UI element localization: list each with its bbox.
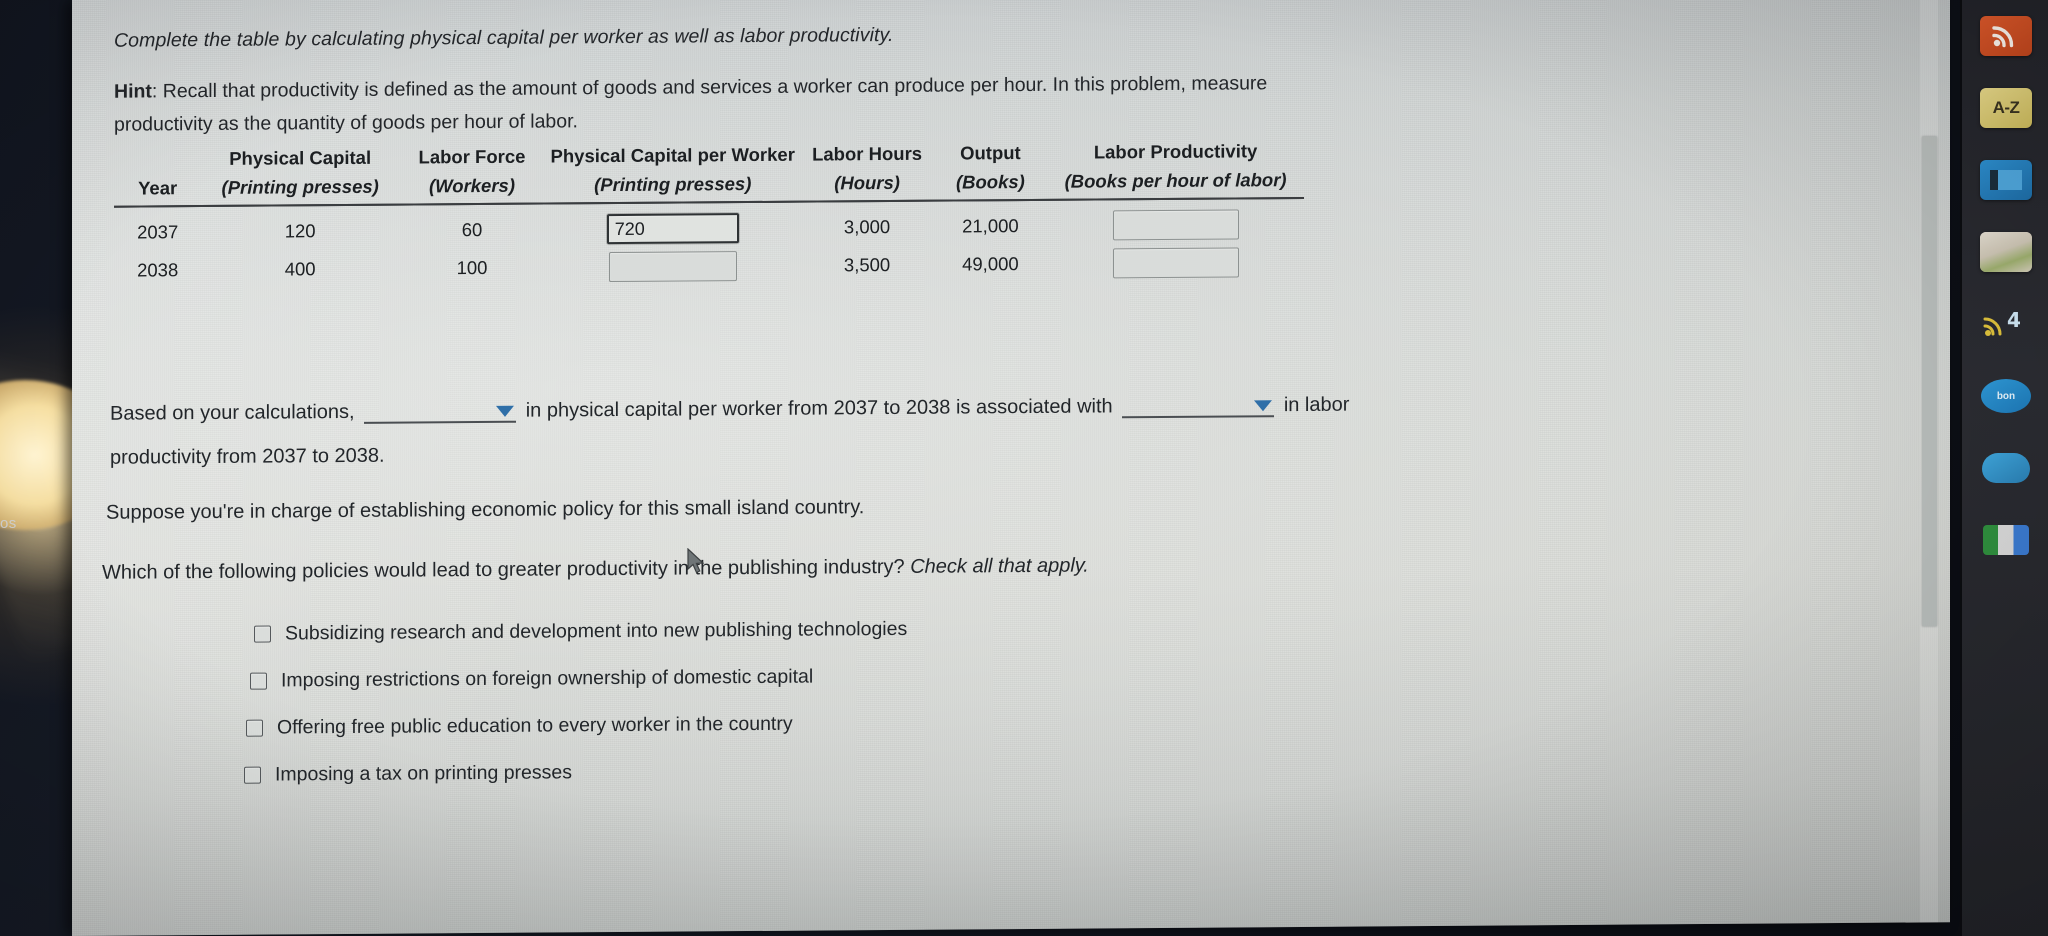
cell-physical-capital-2037: 120 bbox=[284, 220, 316, 242]
colored-app-shape bbox=[1983, 525, 2029, 555]
cell-year-2038: 2038 bbox=[137, 259, 179, 281]
cell-physical-capital-2038: 400 bbox=[284, 258, 316, 280]
policy-intro-paragraph: Suppose you're in charge of establishing… bbox=[106, 496, 865, 524]
cell-labor-productivity-2038 bbox=[1047, 239, 1304, 279]
table-row: 2038 400 100 3,500 49,000 bbox=[114, 239, 1304, 286]
capital-per-worker-input-2038[interactable] bbox=[608, 251, 737, 283]
dock-icon-label: bon bbox=[1996, 390, 2016, 402]
hint-label: Hint bbox=[114, 80, 152, 103]
header-output: Output bbox=[960, 142, 1021, 164]
cell-capital-per-worker-2037 bbox=[545, 202, 801, 245]
chevron-down-icon bbox=[496, 405, 515, 417]
cloud-icon[interactable] bbox=[1980, 448, 2032, 488]
vertical-scrollbar-thumb[interactable] bbox=[1922, 136, 1937, 627]
change-direction-dropdown-2[interactable] bbox=[1122, 391, 1275, 419]
wallpaper-text: os bbox=[0, 515, 17, 532]
labor-productivity-input-2037[interactable] bbox=[1112, 209, 1239, 241]
colored-app-icon[interactable] bbox=[1980, 520, 2032, 560]
screen-photograph: os Complete the table by calculating phy… bbox=[0, 0, 2048, 936]
labor-productivity-input-2038[interactable] bbox=[1112, 247, 1239, 279]
table-body: 2037 120 60 3,000 21,000 bbox=[114, 198, 1304, 286]
cell-capital-per-worker-2038 bbox=[545, 243, 801, 283]
policy-question-text: Which of the following policies would le… bbox=[102, 555, 911, 584]
hint-paragraph: Hint: Recall that productivity is define… bbox=[114, 67, 1334, 142]
header-labor-productivity: Labor Productivity bbox=[1093, 140, 1258, 163]
option-row-tax-printing-presses[interactable]: Imposing a tax on printing presses bbox=[244, 744, 1350, 799]
header-physical-capital: Physical Capital bbox=[229, 146, 372, 169]
dictionary-a-z-icon[interactable]: A-Z bbox=[1980, 88, 2032, 128]
instruction-text: Complete the table by calculating physic… bbox=[114, 23, 894, 52]
option-row-free-public-education[interactable]: Offering free public education to every … bbox=[246, 697, 1350, 752]
book-icon[interactable] bbox=[1980, 160, 2032, 200]
header-blank bbox=[114, 142, 201, 173]
policy-question-paragraph: Which of the following policies would le… bbox=[102, 551, 1089, 588]
conclusion-sentence: Based on your calculations, in physical … bbox=[110, 381, 1530, 479]
checkbox-icon[interactable] bbox=[250, 672, 267, 690]
wifi-icon[interactable]: 4 bbox=[1980, 304, 2032, 344]
policy-options-list: Subsidizing research and development int… bbox=[244, 603, 1350, 799]
option-label: Imposing restrictions on foreign ownersh… bbox=[281, 665, 814, 692]
capital-per-worker-input-2037[interactable] bbox=[606, 213, 739, 245]
dock-icon-label: A-Z bbox=[1992, 98, 2020, 117]
table: Physical Capital Labor Force Physical Ca… bbox=[114, 134, 1304, 286]
blue-app-icon[interactable]: bon bbox=[1980, 376, 2032, 416]
option-label: Imposing a tax on printing presses bbox=[275, 761, 572, 786]
checkbox-icon[interactable] bbox=[246, 719, 263, 737]
header-units-workers: (Workers) bbox=[399, 169, 545, 205]
option-row-foreign-ownership-restrictions[interactable]: Imposing restrictions on foreign ownersh… bbox=[250, 650, 1350, 705]
table-head: Physical Capital Labor Force Physical Ca… bbox=[114, 134, 1304, 207]
cell-labor-hours-2037: 3,000 bbox=[843, 216, 891, 238]
cloud-shape bbox=[1982, 453, 2030, 483]
cell-output-2038: 49,000 bbox=[962, 253, 1019, 275]
option-label: Subsidizing research and development int… bbox=[285, 617, 908, 645]
chevron-down-icon bbox=[1254, 400, 1273, 412]
checkbox-icon[interactable] bbox=[254, 625, 271, 643]
sentence-part-4: productivity from 2037 to 2038. bbox=[110, 444, 385, 469]
capital-productivity-table: Physical Capital Labor Force Physical Ca… bbox=[114, 134, 1304, 286]
photos-icon[interactable] bbox=[1980, 232, 2032, 272]
browser-page: Complete the table by calculating physic… bbox=[72, 0, 1950, 936]
checkbox-icon[interactable] bbox=[244, 766, 261, 784]
rss-icon[interactable] bbox=[1980, 16, 2032, 56]
check-all-that-apply-text: Check all that apply. bbox=[910, 554, 1089, 578]
cell-labor-force-2038: 100 bbox=[456, 256, 488, 279]
blue-app-badge: bon bbox=[1981, 379, 2031, 413]
header-units-books: (Books) bbox=[933, 165, 1048, 201]
cell-labor-hours-2038: 3,500 bbox=[843, 254, 891, 276]
header-year: Year bbox=[114, 172, 202, 207]
option-label: Offering free public education to every … bbox=[277, 712, 793, 739]
header-labor-force: Labor Force bbox=[418, 145, 526, 168]
change-direction-dropdown-1[interactable] bbox=[364, 396, 517, 424]
desktop-icon-strip: A-Z 4 bon bbox=[1960, 0, 2048, 936]
table-row: 2037 120 60 3,000 21,000 bbox=[114, 198, 1304, 248]
sentence-part-3: in labor bbox=[1283, 393, 1350, 417]
cell-output-2037: 21,000 bbox=[962, 215, 1019, 237]
cell-labor-force-2037: 60 bbox=[461, 218, 483, 241]
cell-year-2037: 2037 bbox=[137, 221, 179, 243]
photo-thumbnail bbox=[1980, 232, 2032, 272]
header-units-printing-presses-per-worker: (Printing presses) bbox=[544, 167, 801, 204]
svg-text:4: 4 bbox=[2007, 308, 2021, 332]
header-units-hours: (Hours) bbox=[800, 166, 934, 202]
header-units-books-per-hour: (Books per hour of labor) bbox=[1047, 163, 1304, 200]
sentence-part-1: Based on your calculations, bbox=[110, 400, 355, 425]
header-labor-hours: Labor Hours bbox=[812, 142, 923, 165]
header-capital-per-worker: Physical Capital per Worker bbox=[550, 143, 795, 167]
option-row-subsidizing-rd[interactable]: Subsidizing research and development int… bbox=[254, 603, 1350, 658]
header-units-printing-presses: (Printing presses) bbox=[201, 170, 400, 207]
cell-labor-productivity-2037 bbox=[1047, 198, 1304, 241]
sentence-part-2: in physical capital per worker from 2037… bbox=[525, 395, 1113, 422]
hint-text: : Recall that productivity is defined as… bbox=[114, 72, 1268, 136]
